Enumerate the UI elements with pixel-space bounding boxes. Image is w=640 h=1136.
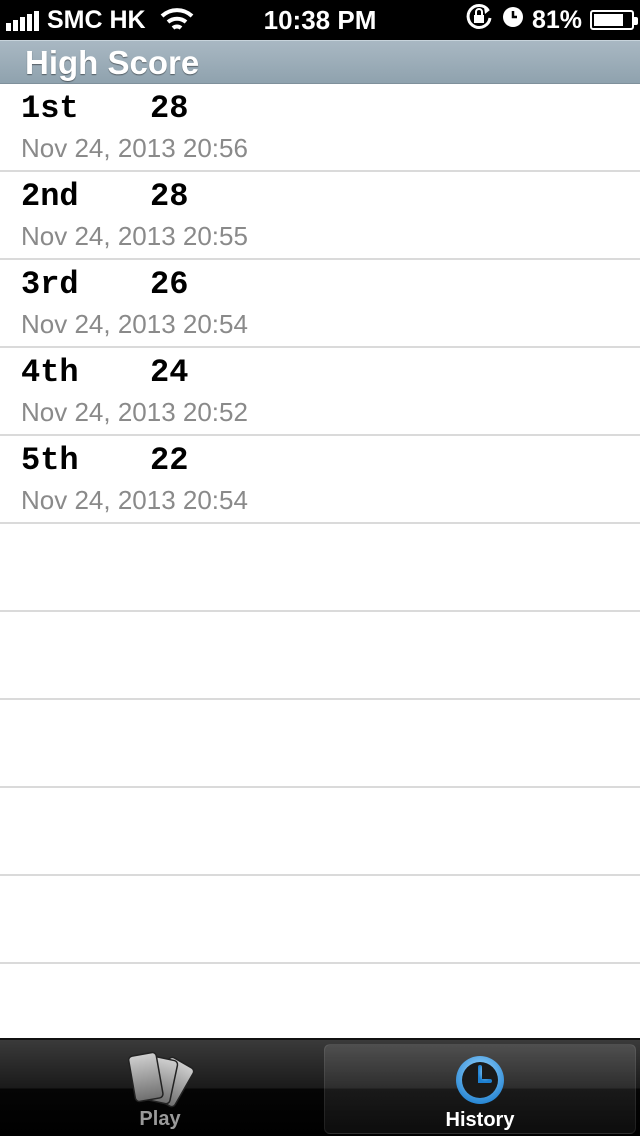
score-rank: 4th — [21, 354, 79, 391]
section-header: High Score — [0, 40, 640, 84]
score-row[interactable]: 4th 24 Nov 24, 2013 20:52 — [0, 348, 640, 436]
score-row[interactable]: 1st 28 Nov 24, 2013 20:56 — [0, 84, 640, 172]
score-date: Nov 24, 2013 20:54 — [21, 309, 248, 339]
status-right: 81% — [456, 3, 638, 35]
empty-row — [0, 788, 640, 876]
score-value: 26 — [150, 266, 189, 303]
score-rank: 5th — [21, 442, 79, 479]
tab-history[interactable]: History — [324, 1044, 636, 1134]
empty-row — [0, 612, 640, 700]
tab-label: Play — [139, 1108, 181, 1130]
score-rank: 2nd — [21, 178, 79, 215]
alarm-clock-icon — [502, 6, 524, 35]
score-date: Nov 24, 2013 20:55 — [21, 221, 248, 251]
score-row[interactable]: 2nd 28 Nov 24, 2013 20:55 — [0, 172, 640, 260]
score-date: Nov 24, 2013 20:54 — [21, 485, 248, 515]
score-value: 28 — [150, 90, 189, 127]
clock-icon — [325, 1049, 635, 1109]
status-bar: SMC HK 10:38 PM 81% — [0, 0, 640, 40]
score-list: 1st 28 Nov 24, 2013 20:56 2nd 28 Nov 24,… — [0, 84, 640, 964]
score-rank: 3rd — [21, 266, 79, 303]
rotation-lock-icon — [464, 2, 494, 39]
score-date: Nov 24, 2013 20:56 — [21, 133, 248, 163]
screen: SMC HK 10:38 PM 81% High Score 1st 28 No… — [0, 0, 640, 1136]
score-row[interactable]: 3rd 26 Nov 24, 2013 20:54 — [0, 260, 640, 348]
score-value: 24 — [150, 354, 189, 391]
battery-fill — [594, 14, 624, 26]
empty-row — [0, 524, 640, 612]
score-value: 28 — [150, 178, 189, 215]
tab-play[interactable]: Play — [4, 1044, 316, 1134]
cards-icon — [4, 1048, 316, 1108]
section-title: High Score — [25, 44, 200, 81]
battery-percent: 81% — [531, 5, 582, 34]
battery-icon — [590, 10, 638, 30]
score-row[interactable]: 5th 22 Nov 24, 2013 20:54 — [0, 436, 640, 524]
empty-row — [0, 700, 640, 788]
tab-label: History — [445, 1109, 515, 1131]
score-date: Nov 24, 2013 20:52 — [21, 397, 248, 427]
score-rank: 1st — [21, 90, 79, 127]
tab-bar: Play History — [0, 1038, 640, 1136]
score-value: 22 — [150, 442, 189, 479]
empty-row — [0, 876, 640, 964]
